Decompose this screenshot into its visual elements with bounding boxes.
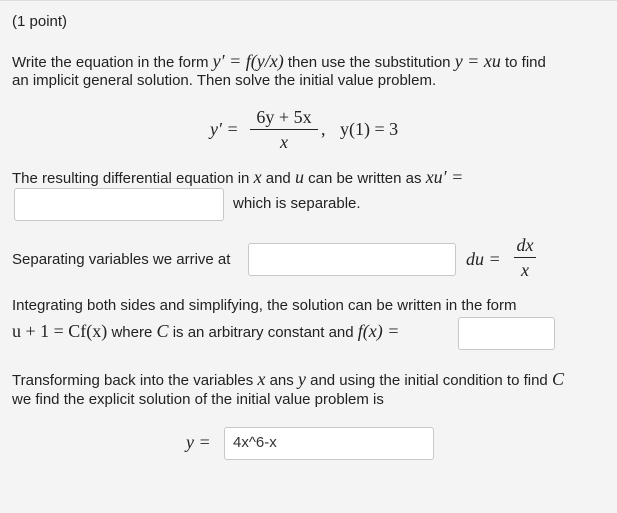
intro-line-1: Write the equation in the form y′ = f(y/…	[12, 51, 546, 72]
step1-text: The resulting differential equation in x…	[12, 167, 463, 188]
step2-fraction: dx x	[514, 235, 536, 280]
step2-frac-den: x	[521, 260, 529, 280]
step4-x-var: x	[257, 369, 266, 389]
answer-input-fx[interactable]	[458, 317, 555, 350]
step4-ans: ans	[269, 372, 294, 389]
step4-y-var: y	[297, 369, 306, 389]
step2-du: du =	[466, 249, 501, 269]
step1-and: and	[265, 170, 291, 187]
step3-line-1: Integrating both sides and simplifying, …	[12, 297, 517, 314]
step3-text-b: is an arbitrary constant and	[172, 324, 354, 341]
step3-line-2: u + 1 = Cf(x) where C is an arbitrary co…	[12, 321, 399, 342]
answer-input-xu-prime[interactable]	[14, 188, 224, 221]
step1-x-var: x	[253, 167, 262, 187]
step2-frac-num: dx	[516, 235, 534, 255]
answer-input-explicit-solution-value: 4x^6-x	[233, 434, 277, 451]
equation-fraction: 6y + 5x x	[250, 107, 318, 152]
intro-substitution-math: y = xu	[454, 51, 501, 71]
step4-text-b: and using the initial condition to find	[310, 372, 548, 389]
points-label: (1 point)	[12, 13, 68, 30]
step1-text-b: can be written as	[308, 170, 422, 187]
step4-c-var: C	[551, 369, 564, 389]
step4-line-1: Transforming back into the variables x a…	[12, 369, 564, 390]
step2-fraction-bar	[514, 257, 536, 258]
intro-text-a: Write the equation in the form	[12, 54, 209, 71]
fraction-bar	[250, 129, 318, 130]
step2-text: Separating variables we arrive at	[12, 251, 231, 268]
step3-form: u + 1 = Cf(x)	[12, 321, 108, 341]
intro-line-2: an implicit general solution. Then solve…	[12, 72, 437, 89]
step1-after-text: which is separable.	[233, 195, 361, 212]
intro-form-math: y′ = f(y/x)	[212, 51, 284, 71]
step3-c-var: C	[156, 321, 169, 341]
equation-denominator: x	[280, 132, 288, 152]
step4-y-label: y =	[186, 432, 211, 452]
step3-fx: f(x) =	[357, 321, 400, 341]
equation-numerator: 6y + 5x	[256, 107, 312, 127]
intro-text-b: then use the substitution	[287, 54, 451, 71]
step4-text-a: Transforming back into the variables	[12, 372, 254, 389]
step1-u-var: u	[294, 167, 304, 187]
step4-line-2: we find the explicit solution of the ini…	[12, 391, 384, 408]
equation-comma: ,	[321, 119, 326, 139]
answer-input-separated[interactable]	[248, 243, 456, 276]
problem-panel: (1 point) Write the equation in the form…	[0, 0, 617, 513]
equation-lhs: y′ =	[210, 119, 239, 139]
step3-where: where	[111, 324, 153, 341]
step1-text-a: The resulting differential equation in	[12, 170, 250, 187]
answer-input-explicit-solution[interactable]: 4x^6-x	[224, 427, 434, 460]
step1-expr: xu′ =	[425, 167, 464, 187]
initial-condition: y(1) = 3	[340, 119, 399, 139]
intro-text-c: to find	[504, 54, 546, 71]
